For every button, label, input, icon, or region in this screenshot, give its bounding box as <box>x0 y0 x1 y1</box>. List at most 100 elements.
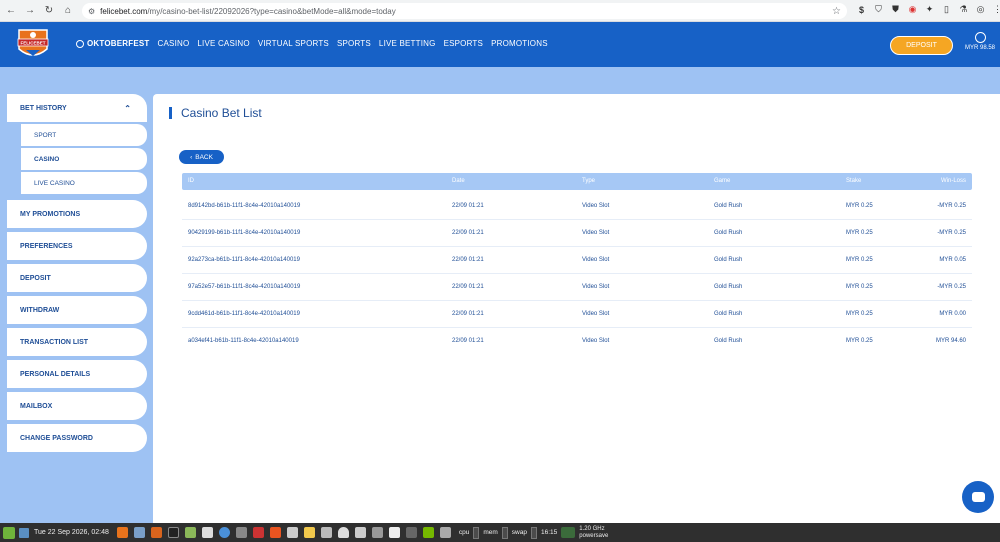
live-chat-button[interactable] <box>962 481 994 513</box>
nav-live-betting[interactable]: LIVE BETTING <box>379 39 436 48</box>
taskbar-apps <box>116 527 451 538</box>
site-info-icon[interactable]: ⚙ <box>88 7 95 16</box>
system-monitor[interactable]: cpu mem swap 16:15 <box>459 526 576 539</box>
nav-virtual-sports[interactable]: VIRTUAL SPORTS <box>258 39 329 48</box>
notes-icon[interactable] <box>303 527 315 538</box>
app-icon[interactable] <box>286 527 298 538</box>
flask-icon[interactable]: ⚗ <box>957 3 970 16</box>
app-icon[interactable] <box>235 527 247 538</box>
bet-date: 22/09 01:21 <box>452 203 484 209</box>
sidebar-item-change-password[interactable]: CHANGE PASSWORD <box>7 424 147 452</box>
app-icon[interactable] <box>320 527 332 538</box>
nav-live-casino[interactable]: LIVE CASINO <box>197 39 249 48</box>
table-row[interactable]: 97a52e57-b61b-11f1-8c4e-42010a140019 22/… <box>182 274 972 301</box>
bet-win-loss: -MYR 0.25 <box>937 284 966 290</box>
app-icon[interactable] <box>405 527 417 538</box>
nav-casino[interactable]: CASINO <box>158 39 190 48</box>
files-icon[interactable] <box>184 527 196 538</box>
bell-icon[interactable] <box>337 527 349 538</box>
sidebar-item-deposit[interactable]: DEPOSIT <box>7 264 147 292</box>
bookmark-star-icon[interactable]: ☆ <box>832 6 841 17</box>
chrome-icon[interactable] <box>218 527 230 538</box>
taskbar-clock[interactable]: Tue 22 Sep 2026, 02:48 <box>34 529 109 536</box>
account-menu[interactable]: MYR 98.58 <box>962 32 998 51</box>
bet-type: Video Slot <box>582 284 610 290</box>
puzzle-extensions-icon[interactable]: ✦ <box>923 3 936 16</box>
forward-arrow-icon[interactable]: → <box>22 3 38 19</box>
menu-dots-icon[interactable]: ⋮ <box>991 3 1000 16</box>
sidebar-item-mailbox[interactable]: MAILBOX <box>7 392 147 420</box>
table-row[interactable]: a034ef41-b61b-11f1-8c4e-42010a140019 22/… <box>182 328 972 355</box>
table-row[interactable]: 8d9142bd-b61b-11f1-8c4e-42010a140019 22/… <box>182 193 972 220</box>
bet-id: 8d9142bd-b61b-11f1-8c4e-42010a140019 <box>188 203 301 209</box>
bet-type: Video Slot <box>582 311 610 317</box>
app-icon[interactable] <box>116 527 128 538</box>
bet-game: Gold Rush <box>714 338 743 344</box>
sidebar-item-preferences[interactable]: PREFERENCES <box>7 232 147 260</box>
volume-icon[interactable] <box>354 527 366 538</box>
sidebar-item-bet-history[interactable]: BET HISTORY ⌃ <box>7 94 147 122</box>
dollar-extension-icon[interactable]: $ <box>855 3 868 16</box>
deposit-button[interactable]: DEPOSIT <box>890 36 953 55</box>
oktoberfest-icon <box>76 39 84 48</box>
bluetooth-icon[interactable] <box>371 527 383 538</box>
sidebar-sub-sport[interactable]: SPORT <box>21 124 147 146</box>
bet-id: 97a52e57-b61b-11f1-8c4e-42010a140019 <box>188 284 301 290</box>
bet-history-submenu: SPORT CASINO LIVE CASINO <box>7 122 147 200</box>
back-arrow-icon[interactable]: ← <box>3 3 19 19</box>
nav-promotions[interactable]: PROMOTIONS <box>491 39 548 48</box>
sidebar-sub-casino[interactable]: CASINO <box>21 148 147 170</box>
felicebet-logo[interactable]: FELICEBET <box>15 27 51 62</box>
cpu-meter <box>473 526 480 539</box>
address-bar[interactable]: ⚙ felicebet.com /my/casino-bet-list/2209… <box>82 3 847 19</box>
bet-win-loss: -MYR 0.25 <box>937 203 966 209</box>
nvidia-icon[interactable] <box>422 527 434 538</box>
bet-game: Gold Rush <box>714 257 743 263</box>
sidebar-item-personal-details[interactable]: PERSONAL DETAILS <box>7 360 147 388</box>
bet-id: 92a273ca-b61b-11f1-8c4e-42010a140019 <box>188 257 300 263</box>
sidebar-item-my-promotions[interactable]: MY PROMOTIONS <box>7 200 147 228</box>
mint-menu-icon[interactable] <box>3 526 15 539</box>
sidebar-sub-live-casino[interactable]: LIVE CASINO <box>21 172 147 194</box>
bet-date: 22/09 01:21 <box>452 230 484 236</box>
url-path: /my/casino-bet-list/22092026?type=casino… <box>147 6 396 16</box>
reload-icon[interactable]: ↻ <box>41 3 57 19</box>
bet-date: 22/09 01:21 <box>452 257 484 263</box>
sidebar-item-withdraw[interactable]: WITHDRAW <box>7 296 147 324</box>
show-desktop-icon[interactable] <box>19 527 29 538</box>
sidebar-item-transaction-list[interactable]: TRANSACTION LIST <box>7 328 147 356</box>
app-icon[interactable] <box>133 527 145 538</box>
nav-oktoberfest[interactable]: OKTOBERFEST <box>76 39 150 48</box>
nav-esports[interactable]: ESPORTS <box>444 39 484 48</box>
back-button[interactable]: ‹ BACK <box>179 150 224 164</box>
column-header-win-loss: Win-Loss <box>940 178 966 184</box>
bet-type: Video Slot <box>582 230 610 236</box>
app-icon[interactable] <box>150 527 162 538</box>
app-icon[interactable] <box>439 527 451 538</box>
page-title: Casino Bet List <box>169 107 262 119</box>
column-header-game: Game <box>714 178 731 184</box>
app-icon[interactable] <box>269 527 281 538</box>
table-row[interactable]: 92a273ca-b61b-11f1-8c4e-42010a140019 22/… <box>182 247 972 274</box>
terminal-icon[interactable] <box>167 527 179 538</box>
bet-game: Gold Rush <box>714 230 743 236</box>
home-icon[interactable]: ⌂ <box>60 3 76 19</box>
app-icon[interactable] <box>201 527 213 538</box>
account-sidebar: BET HISTORY ⌃ SPORT CASINO LIVE CASINO M… <box>7 94 147 456</box>
shield-icon[interactable] <box>388 527 400 538</box>
main-panel: Casino Bet List ‹ BACK ID Date Type Game… <box>153 94 1000 523</box>
table-row[interactable]: 9cdd461d-b61b-11f1-8c4e-42010a140019 22/… <box>182 301 972 328</box>
monitor-time: 16:15 <box>540 529 558 536</box>
record-extension-icon[interactable]: ◉ <box>906 3 919 16</box>
bet-id: 90429199-b61b-11f1-8c4e-42010a140019 <box>188 230 301 236</box>
shield-extension-icon[interactable]: ⛉ <box>872 3 885 16</box>
table-row[interactable]: 90429199-b61b-11f1-8c4e-42010a140019 22/… <box>182 220 972 247</box>
vpn-extension-icon[interactable]: ⛊ <box>889 3 902 16</box>
profile-icon[interactable]: ◎ <box>974 3 987 16</box>
sidebar-toggle-icon[interactable]: ▯ <box>940 3 953 16</box>
nav-sports[interactable]: SPORTS <box>337 39 371 48</box>
bet-win-loss: MYR 94.60 <box>935 338 966 344</box>
cpu-frequency[interactable]: 1.20 GHz powersave <box>579 526 608 540</box>
app-icon[interactable] <box>252 527 264 538</box>
bet-game: Gold Rush <box>714 284 743 290</box>
